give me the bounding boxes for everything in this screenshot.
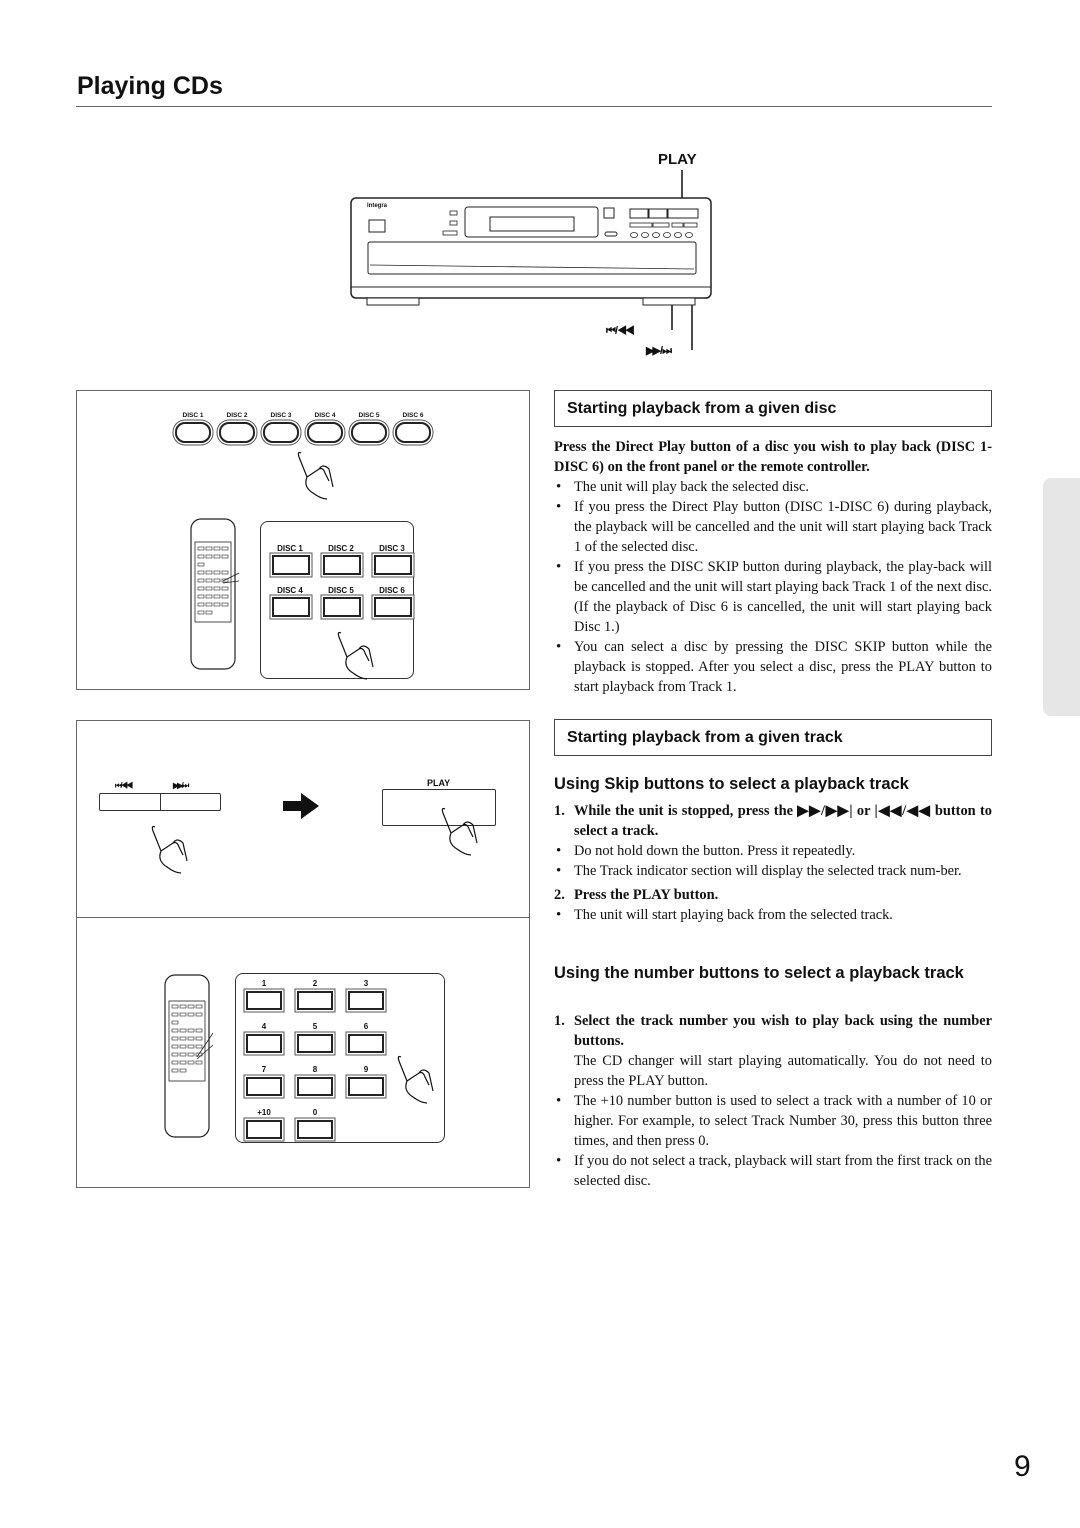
disc-bullet: If you press the Direct Play button (DIS… [554, 497, 992, 557]
number-button-9[interactable] [348, 1077, 384, 1096]
disc-button-4[interactable] [307, 422, 343, 443]
next-skip-label: ▶▶ / ⏭ [173, 781, 189, 790]
section-disc-body: Press the Direct Play button of a disc y… [554, 437, 992, 697]
panel-divider [77, 917, 529, 918]
number-button-label: 3 [363, 979, 369, 988]
number-button-2[interactable] [297, 991, 333, 1010]
number-button-label: 5 [312, 1022, 318, 1031]
remote-disc-label: DISC 6 [379, 586, 405, 595]
number-button-3[interactable] [348, 991, 384, 1010]
hand-pointer-icon [337, 631, 374, 680]
number-button-label: 7 [261, 1065, 267, 1074]
disc-direct-play-panel: DISC 1 DISC 2 DISC 3 DISC 4 DISC 5 DISC 6 DIS… [76, 390, 530, 690]
hand-pointer-icon [297, 451, 334, 500]
prev-callout-label: ⏮ / ◀◀ [606, 325, 635, 337]
disc-button-label: DISC 1 [182, 412, 204, 419]
arrow-right-icon [283, 793, 319, 819]
section-heading-track: Starting playback from a given track [554, 719, 992, 756]
number-button-label: 0 [312, 1108, 318, 1117]
remote-disc-button-3[interactable] [374, 555, 412, 575]
number-button-label: 6 [363, 1022, 369, 1031]
disc-instruction: Press the Direct Play button of a disc y… [554, 439, 992, 475]
number-button-7[interactable] [246, 1077, 282, 1096]
disc-button-label: DISC 4 [314, 412, 336, 419]
disc-button-label: DISC 2 [226, 412, 248, 419]
hand-pointer-icon [397, 1055, 434, 1104]
disc-button-5[interactable] [351, 422, 387, 443]
skip-bullet: Do not hold down the button. Press it re… [554, 841, 992, 861]
next-callout-label: ▶▶ / ⏭ [646, 345, 672, 357]
section-heading-disc: Starting playback from a given disc [554, 390, 992, 427]
page-title: Playing CDs [77, 72, 223, 100]
number-button-+10[interactable] [246, 1120, 282, 1139]
remote-disc-button-1[interactable] [272, 555, 310, 575]
cd-player-illustration: PLAY Integra ⏮ / ◀◀ ▶▶ / ⏭ [340, 145, 740, 360]
remote-control-icon [164, 974, 213, 1138]
disc-button-1[interactable] [175, 422, 211, 443]
number-button-8[interactable] [297, 1077, 333, 1096]
number-step-note: The CD changer will start playing automa… [574, 1053, 992, 1089]
number-button-1[interactable] [246, 991, 282, 1010]
number-button-4[interactable] [246, 1034, 282, 1053]
disc-button-6[interactable] [395, 422, 431, 443]
hand-pointer-icon [151, 825, 188, 874]
remote-disc-button-4[interactable] [272, 597, 310, 617]
next-skip-button[interactable] [161, 794, 221, 810]
skip-bullet: The Track indicator section will display… [554, 861, 992, 881]
remote-control-icon [190, 518, 239, 670]
number-button-label: 8 [312, 1065, 318, 1074]
hand-pointer-icon [441, 807, 478, 856]
play-button-label: PLAY [427, 778, 451, 788]
title-divider [76, 106, 992, 107]
prev-skip-button[interactable] [100, 794, 161, 810]
disc-button-2[interactable] [219, 422, 255, 443]
skip-subheading: Using Skip buttons to select a playback … [554, 775, 909, 793]
skip-buttons [99, 793, 221, 811]
number-button-label: +10 [257, 1108, 271, 1117]
disc-bullet: If you press the DISC SKIP button during… [554, 557, 992, 637]
number-button-label: 2 [312, 979, 318, 988]
number-bullet: The +10 number button is used to select … [554, 1091, 992, 1151]
number-bullet: If you do not select a track, playback w… [554, 1151, 992, 1191]
remote-disc-button-6[interactable] [374, 597, 412, 617]
disc-bullet: You can select a disc by pressing the DI… [554, 637, 992, 697]
remote-disc-label: DISC 1 [277, 544, 303, 553]
number-subheading: Using the number buttons to select a pla… [554, 964, 964, 982]
disc-button-label: DISC 5 [358, 412, 380, 419]
remote-disc-label: DISC 2 [328, 544, 354, 553]
remote-disc-button-5[interactable] [323, 597, 361, 617]
disc-button-label: DISC 3 [270, 412, 292, 419]
skip-bullet: The unit will start playing back from th… [554, 905, 992, 925]
number-button-6[interactable] [348, 1034, 384, 1053]
number-button-0[interactable] [297, 1120, 333, 1139]
prev-skip-label: ⏮ / ◀◀ [115, 781, 133, 790]
number-button-5[interactable] [297, 1034, 333, 1053]
cd-player-drawing [350, 170, 712, 350]
side-tab-marker [1043, 478, 1080, 716]
skip-play-panel: ⏮ / ◀◀ ▶▶ / ⏭ PLAY 1 2 3 4 5 6 7 8 9 +10 0 [76, 720, 530, 1188]
number-button-label: 1 [261, 979, 267, 988]
disc-button-3[interactable] [263, 422, 299, 443]
brand-logo: Integra [367, 203, 388, 209]
disc-bullet: The unit will play back the selected dis… [554, 477, 992, 497]
skip-step-1: 1. While the unit is stopped, press the ▶… [554, 803, 992, 839]
skip-step-2: 2. Press the PLAY button. [554, 887, 719, 903]
remote-disc-label: DISC 4 [277, 586, 303, 595]
disc-button-label: DISC 6 [402, 412, 424, 419]
remote-disc-label: DISC 5 [328, 586, 354, 595]
skip-steps: 1. While the unit is stopped, press the ▶… [554, 801, 992, 925]
number-step-1: 1. Select the track number you wish to pl… [554, 1013, 992, 1049]
number-button-label: 9 [363, 1065, 369, 1074]
number-button-label: 4 [261, 1022, 267, 1031]
remote-disc-button-2[interactable] [323, 555, 361, 575]
remote-disc-label: DISC 3 [379, 544, 405, 553]
page-number: 9 [1014, 1450, 1031, 1483]
number-steps: 1. Select the track number you wish to pl… [554, 1011, 992, 1191]
